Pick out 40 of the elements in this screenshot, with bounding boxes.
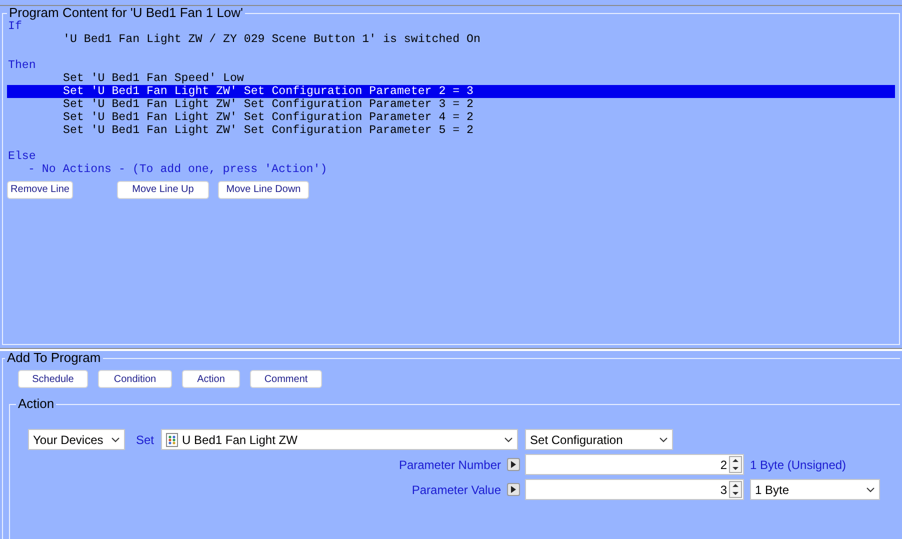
keyword-line: Then — [7, 59, 37, 72]
program-line[interactable]: - No Actions - (To add one, press 'Action') — [7, 163, 895, 176]
parameter-label: Parameter Value — [410, 482, 501, 498]
program-line[interactable]: Set 'U Bed1 Fan Light ZW' Set Configuration Parameter 3 = 2 — [7, 98, 895, 111]
panel-title: Program Content for 'U Bed1 Fan 1 Low' — [8, 6, 244, 20]
spinner-icon[interactable] — [729, 456, 742, 473]
triangle-right-icon — [511, 461, 516, 468]
spinner-icon[interactable] — [729, 481, 742, 498]
action-button[interactable]: Action — [182, 370, 240, 388]
chevron-down-icon — [504, 436, 514, 442]
triangle-right-icon — [511, 486, 516, 493]
size-label: 1 Byte (Unsigned) — [750, 456, 846, 474]
program-line[interactable]: Set 'U Bed1 Fan Light ZW' Set Configuration Parameter 4 = 2 — [7, 111, 895, 124]
chevron-down-icon — [111, 436, 120, 442]
command-select[interactable]: Set Configuration — [525, 429, 674, 450]
number-field[interactable]: 2 — [525, 454, 744, 475]
group-title: Action — [17, 397, 56, 411]
keyword-line: Else — [7, 150, 37, 163]
parameter-label: Parameter Number — [398, 456, 501, 474]
chevron-down-icon — [659, 436, 668, 442]
program-line[interactable]: Set 'U Bed1 Fan Light ZW' Set Configuration Parameter 5 = 2 — [7, 124, 895, 137]
set-label: Set — [136, 432, 154, 448]
expand-button[interactable] — [507, 483, 520, 496]
number-field[interactable]: 3 — [525, 479, 744, 500]
action-button[interactable]: Condition — [98, 370, 172, 388]
keyword-line: If — [7, 20, 23, 33]
expand-button[interactable] — [507, 458, 520, 471]
program-line[interactable]: Set 'U Bed1 Fan Speed' Low — [7, 72, 895, 85]
action-button[interactable]: Move Line Down — [218, 180, 309, 198]
action-button[interactable]: Schedule — [18, 370, 88, 388]
action-button[interactable]: Move Line Up — [117, 180, 209, 198]
device-select[interactable]: U Bed1 Fan Light ZW — [161, 429, 518, 450]
device-icon — [166, 432, 178, 446]
chevron-down-icon — [866, 486, 875, 492]
source-select[interactable]: Your Devices — [28, 429, 125, 450]
program-line[interactable]: 'U Bed1 Fan Light ZW / ZY 029 Scene Button 1' is switched On — [7, 33, 895, 46]
action-button[interactable]: Remove Line — [7, 180, 73, 198]
size-select[interactable]: 1 Byte — [750, 479, 880, 500]
panel-title: Add To Program — [6, 351, 102, 365]
action-button[interactable]: Comment — [250, 370, 322, 388]
